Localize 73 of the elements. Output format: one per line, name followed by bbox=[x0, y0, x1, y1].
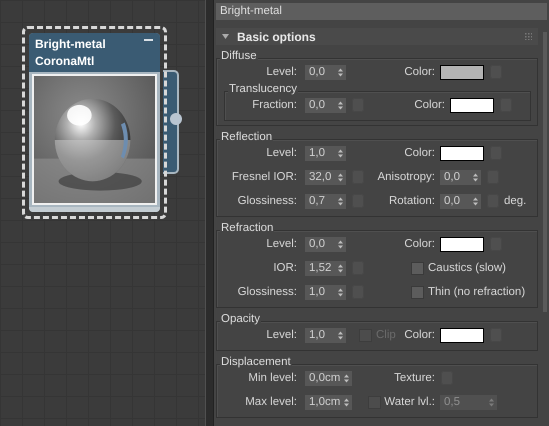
group-label: Translucency bbox=[228, 83, 298, 96]
group-label: Displacement bbox=[220, 356, 292, 369]
spinner-arrows-icon bbox=[489, 398, 494, 406]
color-swatch[interactable] bbox=[440, 236, 484, 252]
color-swatch[interactable] bbox=[450, 98, 494, 112]
spinner-arrows-icon bbox=[344, 374, 350, 382]
spinner-field[interactable]: 0,0 bbox=[305, 98, 346, 112]
color-swatch[interactable] bbox=[440, 64, 484, 80]
field-label: Rotation: bbox=[388, 195, 435, 207]
checkbox-label: Caustics (slow) bbox=[428, 262, 506, 274]
spinner-field[interactable]: 1,0 bbox=[305, 328, 346, 342]
output-socket[interactable] bbox=[170, 113, 182, 125]
group-label: Opacity bbox=[220, 313, 261, 326]
spinner-field[interactable]: 1,52 bbox=[305, 260, 346, 276]
material-node[interactable]: Bright-metal CoronaMtl bbox=[22, 26, 167, 219]
spinner-arrows-icon bbox=[338, 264, 343, 272]
spinner-arrows-icon bbox=[473, 172, 478, 182]
spinner-field[interactable]: 32,0 bbox=[305, 170, 346, 184]
spinner-arrows-icon bbox=[338, 240, 343, 248]
field-label: Color: bbox=[404, 147, 435, 159]
field-label: Min level: bbox=[248, 372, 297, 384]
rollout-title: Basic options bbox=[237, 30, 316, 44]
spinner-arrows-icon bbox=[338, 196, 343, 206]
field-label: Color: bbox=[414, 99, 445, 111]
spinner-arrows-icon bbox=[338, 288, 343, 296]
checkbox-label: Thin (no refraction) bbox=[428, 286, 526, 298]
spinner-arrows-icon bbox=[338, 100, 343, 110]
splitter-bar[interactable] bbox=[205, 0, 214, 426]
group-label: Refraction bbox=[220, 222, 274, 235]
spinner-field[interactable]: 0,0 bbox=[305, 64, 346, 80]
field-label: Color: bbox=[404, 238, 435, 250]
spinner-field[interactable]: 1,0cm bbox=[305, 394, 352, 410]
spinner-arrows-icon bbox=[338, 148, 343, 158]
field-label: Water lvl.: bbox=[384, 396, 435, 408]
color-swatch[interactable] bbox=[440, 328, 484, 342]
field-label: Level: bbox=[266, 66, 297, 78]
field-label: Color: bbox=[404, 329, 435, 341]
field-label: Level: bbox=[266, 238, 297, 250]
spinner-arrows-icon bbox=[344, 398, 350, 406]
checkbox[interactable] bbox=[411, 262, 424, 274]
field-label: Level: bbox=[266, 329, 297, 341]
color-swatch[interactable] bbox=[440, 146, 484, 160]
spinner-field[interactable]: 1,0 bbox=[305, 284, 346, 300]
group-label: Diffuse bbox=[220, 50, 258, 63]
spinner-field[interactable]: 1,0 bbox=[305, 146, 346, 160]
field-label: Level: bbox=[266, 147, 297, 159]
minimize-icon[interactable] bbox=[144, 39, 153, 42]
field-label: Glossiness: bbox=[238, 195, 297, 207]
field-label: Color: bbox=[404, 66, 435, 78]
field-label: Anisotropy: bbox=[377, 171, 435, 183]
field-label: Glossiness: bbox=[238, 286, 297, 298]
spinner-arrows-icon bbox=[338, 68, 343, 76]
spinner-arrows-icon bbox=[338, 330, 343, 340]
material-name-field[interactable]: Bright-metal bbox=[216, 3, 547, 20]
field-label: Fresnel IOR: bbox=[232, 171, 297, 183]
rollout-header[interactable]: Basic options bbox=[216, 28, 538, 45]
spinner-field[interactable]: 0,7 bbox=[305, 194, 346, 208]
spinner-arrows-icon bbox=[473, 196, 478, 206]
field-label: Fraction: bbox=[252, 99, 297, 111]
field-label: Max level: bbox=[245, 396, 297, 408]
node-title: Bright-metal bbox=[35, 36, 106, 53]
spinner-field[interactable]: 0,0 bbox=[440, 170, 481, 184]
spinner-arrows-icon bbox=[338, 172, 343, 182]
node-type: CoronaMtl bbox=[35, 53, 94, 70]
grip-icon bbox=[525, 33, 532, 40]
spinner-field[interactable]: 0,0 bbox=[440, 194, 481, 208]
unit-label: deg. bbox=[504, 195, 526, 207]
checkbox[interactable] bbox=[411, 286, 424, 298]
spinner-field[interactable]: 0,0cm bbox=[305, 370, 352, 386]
field-label: Texture: bbox=[394, 372, 435, 384]
spinner-field[interactable]: 0,0 bbox=[305, 236, 346, 252]
group-label: Reflection bbox=[220, 131, 274, 144]
field-label: IOR: bbox=[273, 262, 297, 274]
